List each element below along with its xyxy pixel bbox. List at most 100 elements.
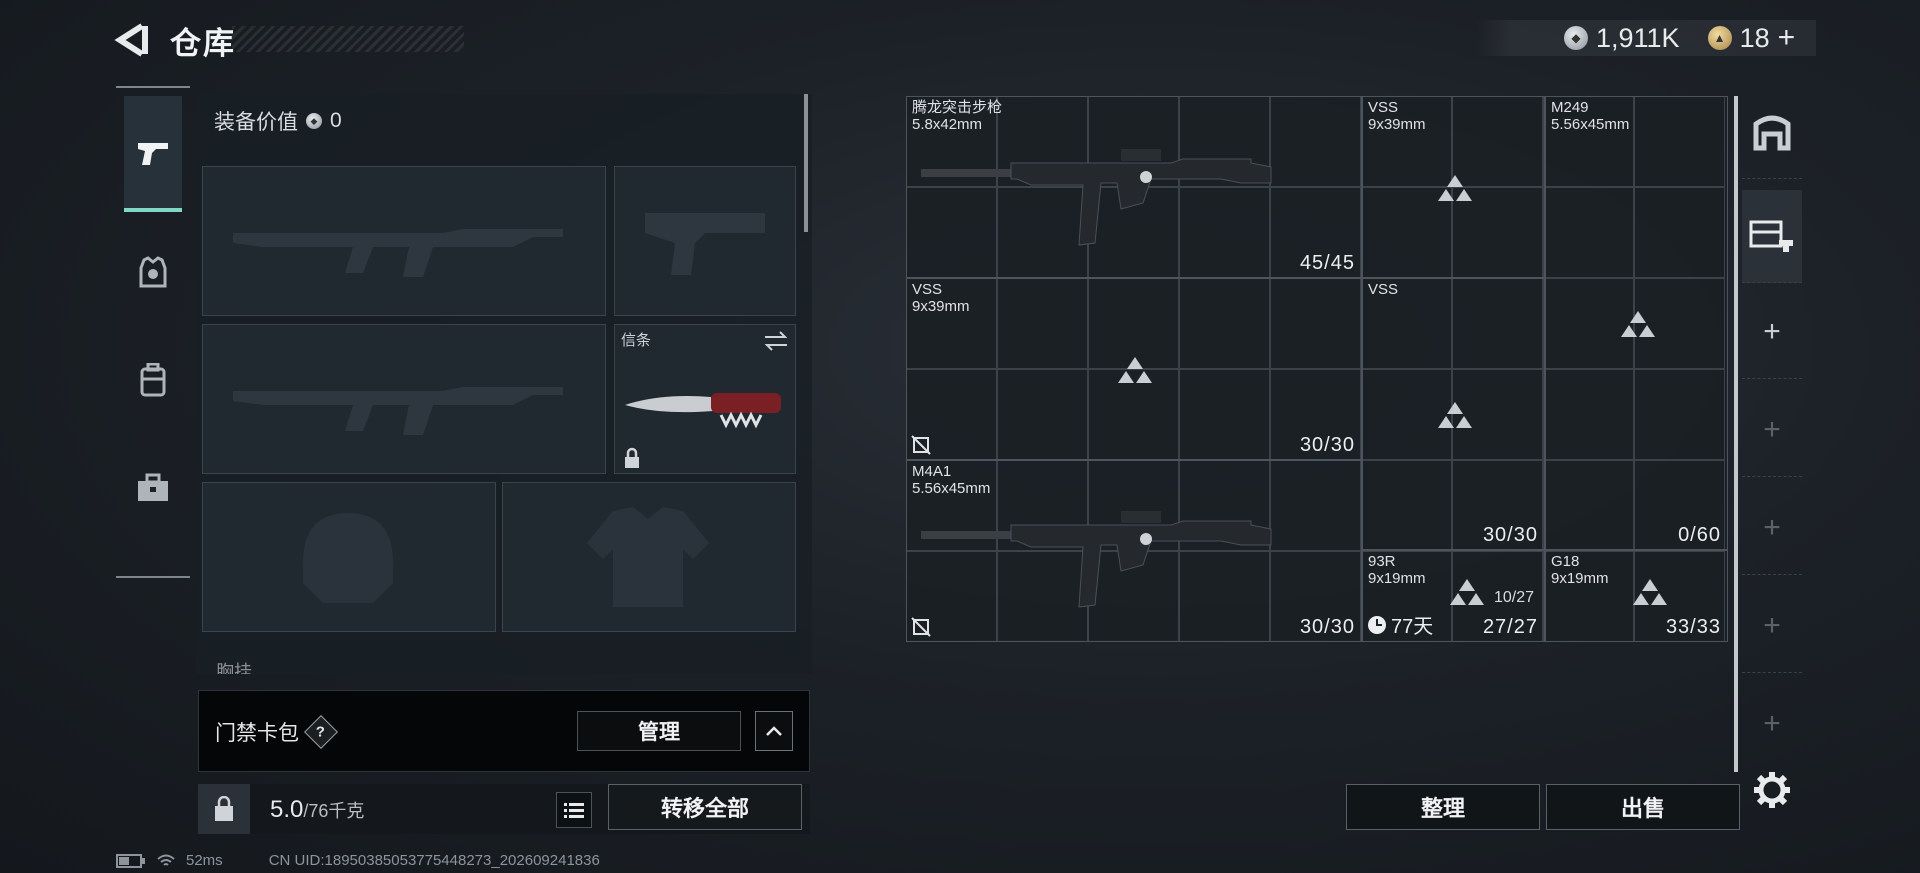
pistol-icon [138,143,168,165]
currency-bar: ◆ 1,911K ▲ 18 + [1476,20,1816,56]
item-quantity: 30/30 [1299,616,1355,638]
rail-warehouse[interactable] [1742,190,1802,283]
item-vss[interactable]: VSS 9x39mm 30/30 [906,278,1362,460]
list-icon [564,803,584,818]
nav-weapons[interactable] [124,96,182,212]
primary-weapon-slot[interactable] [202,166,606,316]
item-ammo: 5.8x42mm [912,116,983,133]
item-name: VSS [1368,99,1399,116]
no-insurance-icon [911,435,931,455]
rail-add-1[interactable]: + [1742,286,1802,379]
add-currency-button[interactable]: + [1778,21,1796,55]
equipment-value: 装备价值 ◆ 0 [214,106,342,136]
silver-balance: 1,911K [1596,22,1680,53]
armor-silhouette-icon [587,507,709,607]
item-name: VSS [1368,281,1399,298]
equipment-value-amount: 0 [330,109,342,132]
helmet-slot[interactable] [202,482,496,632]
rail-add-2[interactable]: + [1742,384,1802,477]
weight-bar: 5.0/76千克 转移全部 [198,784,810,834]
item-placeholder-icon [1450,579,1484,605]
nav-supplies[interactable] [124,432,182,544]
item-m249[interactable]: M249 5.56x45mm 0/60 [1545,96,1728,550]
item-placeholder-icon [1633,579,1667,605]
item-name: G18 [1551,553,1580,570]
safe-box-icon [1753,115,1791,151]
item-quantity: 30/30 [1482,524,1538,546]
wifi-icon [157,854,175,866]
item-placeholder-icon [1118,357,1152,383]
silver-coin-icon: ◆ [306,113,322,129]
stash-grid: 腾龙突击步枪 5.8x42mm 45/45 VSS 9x39mm M249 5.56x45m… [906,96,1728,642]
expand-button[interactable] [755,711,793,751]
list-button[interactable] [556,792,592,828]
gold-balance: 18 [1739,22,1770,53]
vest-icon [139,256,167,288]
sort-button[interactable]: 整理 [1346,784,1540,830]
status-bar: 52ms CN UID:18950385053775448273_2026092… [116,852,600,869]
ping-value: 52ms [186,852,223,869]
plus-icon: + [1763,413,1781,446]
toolbox-icon [138,473,168,501]
item-93r[interactable]: 93R 9x19mm 27/27 10/27 77天 [1362,550,1545,642]
item-tenglong-rifle[interactable]: 腾龙突击步枪 5.8x42mm 45/45 [906,96,1362,278]
item-vss[interactable]: VSS 30/30 [1362,278,1545,550]
m4a1-icon [921,511,1272,608]
settings-gear-icon[interactable] [1752,770,1792,810]
back-arrow-icon[interactable] [112,20,152,60]
item-quantity: 0/60 [1678,524,1721,546]
item-ammo: 9x19mm [1368,570,1426,587]
page-title: 仓库 [170,26,236,61]
melee-slot-label: 信条 [621,332,652,349]
weight-icon [198,784,250,834]
secondary-weapon-slot[interactable] [202,324,606,474]
card-pack-bar: 门禁卡包 ? 管理 [198,690,810,772]
item-g18[interactable]: G18 9x19mm 33/33 [1545,550,1728,642]
nav-backpack[interactable] [124,324,182,436]
plus-icon: + [1763,511,1781,544]
weight-readout: 5.0/76千克 [270,796,364,824]
stash-scrollbar[interactable] [1734,96,1738,772]
body-armor-slot[interactable] [502,482,796,632]
rail-add-5[interactable]: + [1742,678,1802,770]
transfer-all-button[interactable]: 转移全部 [608,784,802,830]
silver-coin-icon: ◆ [1564,26,1588,50]
card-pack-label: 门禁卡包 [215,722,299,745]
item-name: 93R [1368,553,1396,570]
rail-add-4[interactable]: + [1742,580,1802,673]
item-quantity: 27/27 [1482,616,1538,638]
rifle-silhouette-icon [233,387,563,435]
swap-icon[interactable] [763,331,789,351]
item-ammo: 5.56x45mm [1551,116,1630,133]
lock-icon [625,447,639,468]
weight-lock-icon [215,796,233,821]
backpack-icon [140,363,166,397]
sidearm-slot[interactable] [614,166,796,316]
weight-capacity: /76千克 [303,801,365,821]
item-ammo: 9x39mm [1368,116,1426,133]
plus-icon: + [1763,609,1781,642]
sell-button[interactable]: 出售 [1546,784,1740,830]
manage-button[interactable]: 管理 [577,711,741,751]
rail-add-3[interactable]: + [1742,482,1802,575]
item-sub-quantity: 10/27 [1493,589,1534,606]
item-name: M249 [1551,99,1589,116]
rifle-icon [921,149,1272,246]
melee-slot[interactable]: 信条 [614,324,796,474]
plus-icon: + [1763,315,1781,348]
category-nav [116,86,190,578]
item-timer-text: 77天 [1391,616,1434,638]
item-ammo: 9x39mm [912,298,970,315]
user-uid: CN UID:18950385053775448273_202609241836 [268,852,600,869]
item-timer: 77天 [1367,610,1433,639]
item-name: 腾龙突击步枪 [912,99,1003,116]
battery-icon [116,853,145,868]
help-icon[interactable]: ? [304,715,338,749]
item-vss[interactable]: VSS 9x39mm [1362,96,1545,278]
item-m4a1[interactable]: M4A1 5.56x45mm 30/30 [906,460,1362,642]
equipment-scrollbar[interactable] [804,94,808,232]
title-decoration [232,26,464,52]
rail-safe-box[interactable] [1742,86,1802,179]
nav-armor[interactable] [124,216,182,328]
item-quantity: 33/33 [1665,616,1721,638]
